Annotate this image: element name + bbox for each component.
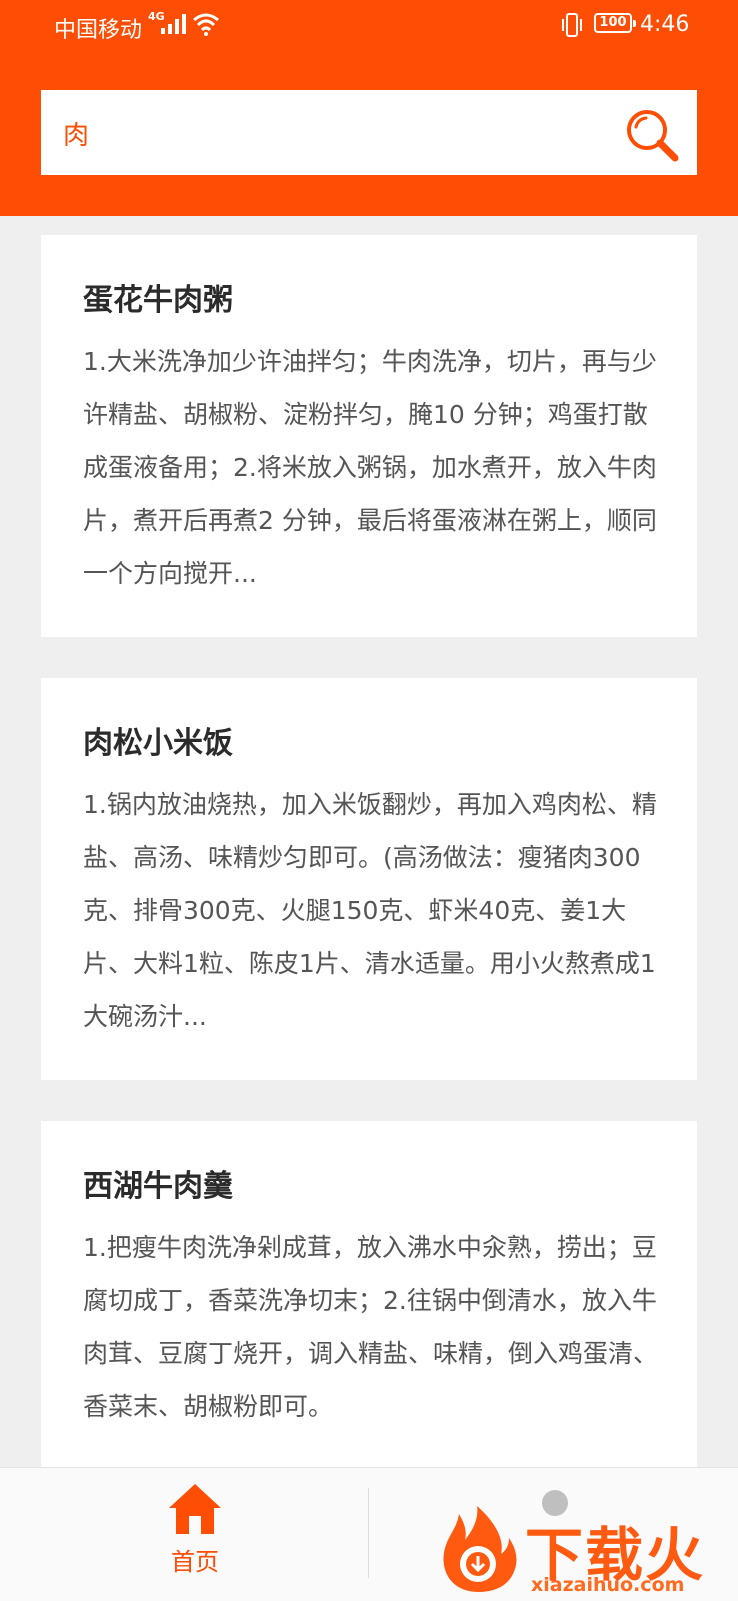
nav-home-label: 首页 <box>171 1548 219 1576</box>
status-bar: 中国移动 4G 100 4:46 <box>0 0 738 52</box>
vibrate-icon <box>562 13 582 37</box>
recipe-title: 肉松小米饭 <box>83 726 233 761</box>
search-input[interactable] <box>61 112 605 154</box>
nav-home[interactable]: 首页 <box>140 1482 250 1592</box>
clock: 4:46 <box>640 12 690 37</box>
app-header: 中国移动 4G 100 4:46 <box>0 0 738 216</box>
signal-icon <box>161 14 186 34</box>
recipe-card[interactable]: 肉松小米饭 1.锅内放油烧热，加入米饭翻炒，再加入鸡肉松、精盐、高汤、味精炒匀即… <box>41 678 697 1080</box>
home-icon <box>169 1484 221 1534</box>
carrier-name: 中国移动 <box>54 18 143 43</box>
recipe-summary: 1.把瘦牛肉洗净剁成茸，放入沸水中汆熟，捞出；豆腐切成丁，香菜洗净切末；2.往锅… <box>83 1233 659 1421</box>
watermark-url: xiazaihuo.com <box>531 1574 685 1596</box>
recipe-card[interactable]: 蛋花牛肉粥 1.大米洗净加少许油拌匀；牛肉洗净，切片，再与少许精盐、胡椒粉、淀粉… <box>41 235 697 637</box>
search-bar <box>41 90 697 175</box>
recipe-card[interactable]: 西湖牛肉羹 1.把瘦牛肉洗净剁成茸，放入沸水中汆熟，捞出；豆腐切成丁，香菜洗净切… <box>41 1121 697 1523</box>
recipe-title: 西湖牛肉羹 <box>83 1169 233 1204</box>
recipe-summary: 1.大米洗净加少许油拌匀；牛肉洗净，切片，再与少许精盐、胡椒粉、淀粉拌匀，腌10… <box>83 347 657 588</box>
recipe-title: 蛋花牛肉粥 <box>83 283 233 318</box>
search-icon[interactable] <box>625 108 679 162</box>
flame-logo-icon <box>443 1506 517 1592</box>
recipe-summary: 1.锅内放油烧热，加入米饭翻炒，再加入鸡肉松、精盐、高汤、味精炒匀即可。(高汤做… <box>83 790 657 1031</box>
watermark: 下载火 xiazaihuo.com <box>435 1500 735 1598</box>
battery-icon: 100 <box>594 13 636 33</box>
wifi-icon <box>193 13 219 36</box>
nav-divider <box>368 1488 369 1578</box>
